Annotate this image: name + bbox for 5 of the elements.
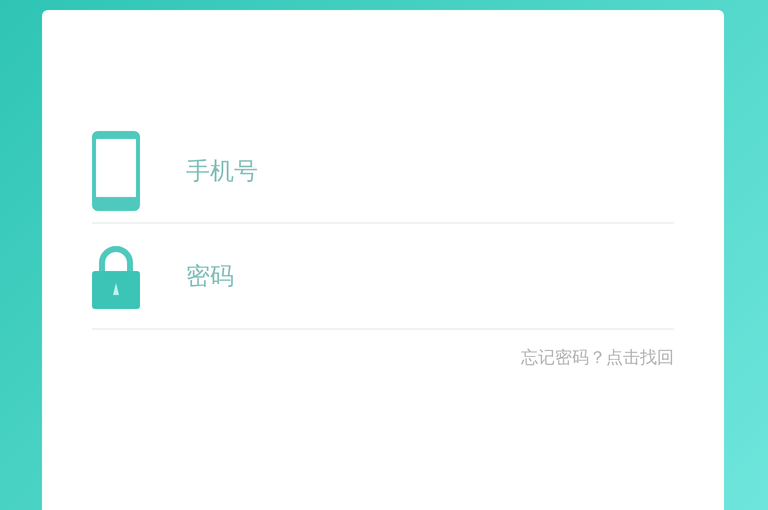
- lock-icon: [91, 243, 141, 309]
- forgot-password-link[interactable]: 忘记密码？点击找回: [521, 346, 674, 372]
- password-field[interactable]: 密码: [186, 254, 674, 298]
- phone-icon: [92, 131, 140, 211]
- phone-field[interactable]: 手机号: [186, 149, 674, 193]
